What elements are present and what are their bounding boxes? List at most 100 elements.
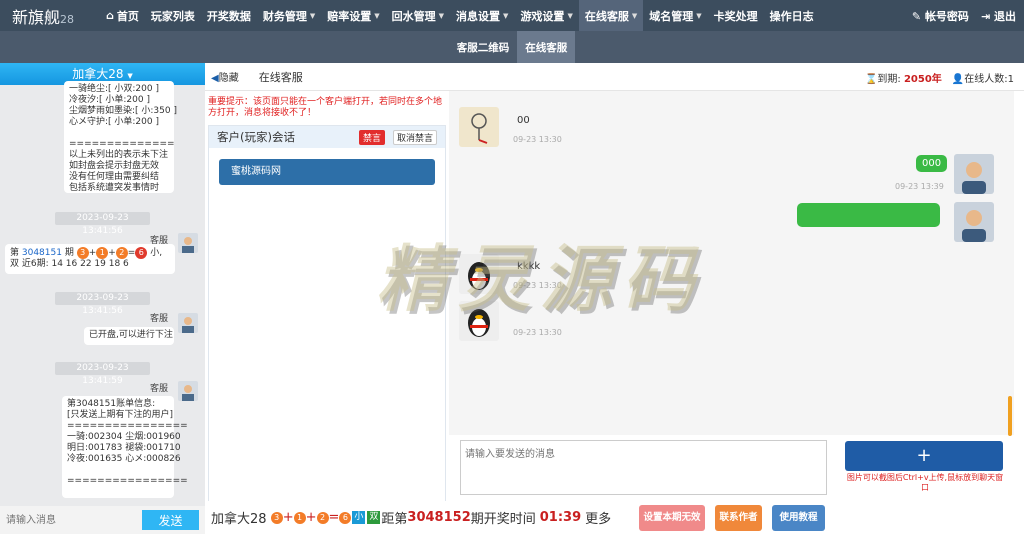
main-content: ◀隐藏 在线客服 ⌛到期: 2050年 👤在线人数:1 重要提示：该页面只能在一… [205, 63, 1024, 534]
parity-badge: 双 [367, 511, 381, 524]
warning-text: 重要提示：该页面只能在一个客户端打开，若同时在多个地方打开，消息将接收不了！ [208, 97, 443, 118]
caret-down-icon: ▼ [503, 11, 509, 20]
nav-item-draw-data[interactable]: 开奖数据 [201, 0, 257, 31]
nav-item-odds[interactable]: 赔率设置 ▼ [321, 0, 385, 31]
collapse-left-icon: ◀ [211, 73, 219, 84]
nav-item-rebate[interactable]: 回水管理 ▼ [386, 0, 450, 31]
set-period-invalid-button[interactable]: 设置本期无效 [639, 505, 705, 531]
session-panel: 客户(玩家)会话 禁言 取消禁言 蜜桃源码网 [208, 125, 446, 505]
chat-message-bubble-sent [797, 203, 940, 227]
group-message-input[interactable] [6, 510, 131, 530]
account-link[interactable]: ✎ 帐号密码 [912, 8, 969, 24]
cartoon-avatar-icon [471, 113, 488, 144]
nav-menu: ⌂ 首页 玩家列表 开奖数据 财务管理 ▼ 赔率设置 ▼ 回水管理 ▼ 消息设置 ▼ 游戏… [100, 0, 820, 31]
chat-message-bubble: 一骑绝尘:[ 小双:200 ] 冷夜汐:[ 小单:200 ] 尘烟梦雨如墨染:[… [64, 81, 177, 193]
person-icon [182, 237, 194, 253]
caret-down-icon: ▼ [438, 11, 445, 20]
chat-message-time: 09-23 13:39 [895, 182, 944, 191]
agent-avatar [178, 381, 198, 401]
hourglass-icon: ⌛ [864, 73, 878, 85]
number-ball: 3 [270, 511, 283, 524]
caret-down-icon: ▼ [567, 11, 573, 20]
number-ball: 2 [316, 511, 329, 524]
subnav-qrcode[interactable]: 客服二维码 [449, 31, 518, 63]
upload-hint: 图片可以截图后Ctrl+v上传,鼠标放到聊天窗口 [846, 473, 1004, 492]
nav-item-players[interactable]: 玩家列表 [145, 0, 201, 31]
chat-message-time: 09-23 13:30 [513, 281, 562, 290]
home-icon: ⌂ [106, 9, 114, 22]
ban-button[interactable]: 禁言 [358, 130, 385, 145]
chat-message-bubble-sent: 000 [916, 155, 948, 172]
user-avatar [459, 254, 499, 294]
sender-name: 客服 [150, 314, 169, 324]
nav-item-prize-handling[interactable]: 卡奖处理 [708, 0, 764, 31]
send-button[interactable]: 发送 [142, 510, 199, 530]
chat-message-bubble: 已开盘,可以进行下注 [84, 327, 174, 345]
chat-message-text: kkkk [517, 261, 541, 272]
draw-status-bar: 加拿大28 3 + 1 + 2 = 6 小 双 距第 3048152 期开奖时间 01… [205, 501, 1024, 534]
caret-down-icon: ▼ [309, 11, 316, 20]
unban-button[interactable]: 取消禁言 [392, 130, 437, 145]
upload-button[interactable]: + [845, 441, 1003, 471]
caret-down-icon: ▼ [631, 11, 638, 20]
number-ball: 3 [76, 247, 89, 259]
sender-name: 客服 [150, 384, 169, 394]
nav-item-game-settings[interactable]: 游戏设置 ▼ [514, 0, 578, 31]
subnav-online-support[interactable]: 在线客服 [517, 31, 576, 63]
edit-icon: ✎ [911, 9, 922, 23]
agent-avatar [178, 313, 198, 333]
chat-scrollbar[interactable] [1008, 396, 1012, 436]
nav-item-messages[interactable]: 消息设置 ▼ [450, 0, 514, 31]
penguin-icon [468, 262, 490, 290]
main-header: ◀隐藏 在线客服 ⌛到期: 2050年 👤在线人数:1 [205, 63, 1024, 91]
chat-window: 00 09-23 13:30 000 09-23 13:39 kkkk 09-2… [449, 91, 1014, 436]
person-icon [962, 162, 986, 194]
agent-avatar [954, 202, 994, 242]
agent-avatar [954, 154, 994, 194]
next-period-number: 3048152 [407, 510, 471, 525]
user-avatar [459, 301, 499, 341]
tutorial-button[interactable]: 使用教程 [772, 505, 825, 531]
penguin-icon [468, 309, 490, 337]
session-panel-header: 客户(玩家)会话 禁言 取消禁言 [209, 126, 445, 148]
nav-item-finance[interactable]: 财务管理 ▼ [257, 0, 321, 31]
logout-icon: ⇥ [980, 9, 991, 23]
chat-message-text: 00 [517, 115, 530, 126]
caret-down-icon: ▼ [374, 11, 380, 20]
user-icon: 👤 [951, 73, 965, 85]
top-nav: 新旗舰28 ⌂ 首页 玩家列表 开奖数据 财务管理 ▼ 赔率设置 ▼ 回水管理 ▼ 消息… [0, 0, 1024, 31]
group-chat-panel: 加拿大28 ▼ 一骑绝尘:[ 小双:200 ] 冷夜汐:[ 小单:200 ] 尘… [0, 63, 205, 534]
chat-message-bubble: 第 3048151 期 3 +1 +2 = 6 小, 双 近6期: 14 16 22 1… [5, 244, 175, 274]
contact-author-button[interactable]: 联系作者 [715, 505, 762, 531]
caret-down-icon: ▼ [696, 11, 702, 20]
chat-message-bubble: 第3048151账单信息: [只发送上期有下注的用户] ============… [62, 396, 188, 498]
person-icon [182, 317, 194, 333]
number-ball: 1 [293, 511, 306, 524]
person-icon [962, 210, 986, 242]
size-badge: 小 [352, 511, 366, 524]
agent-avatar [178, 233, 198, 253]
top-right-actions: ✎ 帐号密码 ⇥ 退出 [912, 0, 1016, 31]
customer-session-item[interactable]: 蜜桃源码网 [219, 159, 435, 185]
sum-ball: 6 [339, 511, 352, 524]
number-ball: 1 [96, 247, 109, 259]
nav-item-domains[interactable]: 域名管理 ▼ [643, 0, 707, 31]
nav-item-home[interactable]: ⌂ 首页 [100, 0, 145, 31]
message-timestamp: 2023-09-23 13:41:59 [55, 362, 150, 386]
chat-message-time: 09-23 13:30 [513, 328, 562, 337]
support-message-input[interactable] [460, 440, 827, 495]
hide-button[interactable]: ◀隐藏 [211, 69, 239, 84]
header-status: ⌛到期: 2050年 👤在线人数:1 [864, 73, 1014, 85]
user-avatar [459, 107, 499, 147]
person-icon [182, 385, 194, 401]
nav-item-operation-log[interactable]: 操作日志 [764, 0, 820, 31]
page-title: 在线客服 [258, 70, 303, 84]
nav-item-online-support[interactable]: 在线客服 ▼ [578, 0, 644, 31]
number-ball: 2 [115, 247, 128, 259]
sub-nav: 客服二维码 在线客服 [0, 31, 1024, 63]
chat-message-time: 09-23 13:30 [513, 135, 562, 144]
app-logo[interactable]: 新旗舰28 [0, 4, 100, 28]
logout-link[interactable]: ⇥ 退出 [981, 8, 1016, 24]
sum-ball: 6 [135, 247, 148, 259]
caret-down-icon: ▼ [127, 72, 133, 80]
